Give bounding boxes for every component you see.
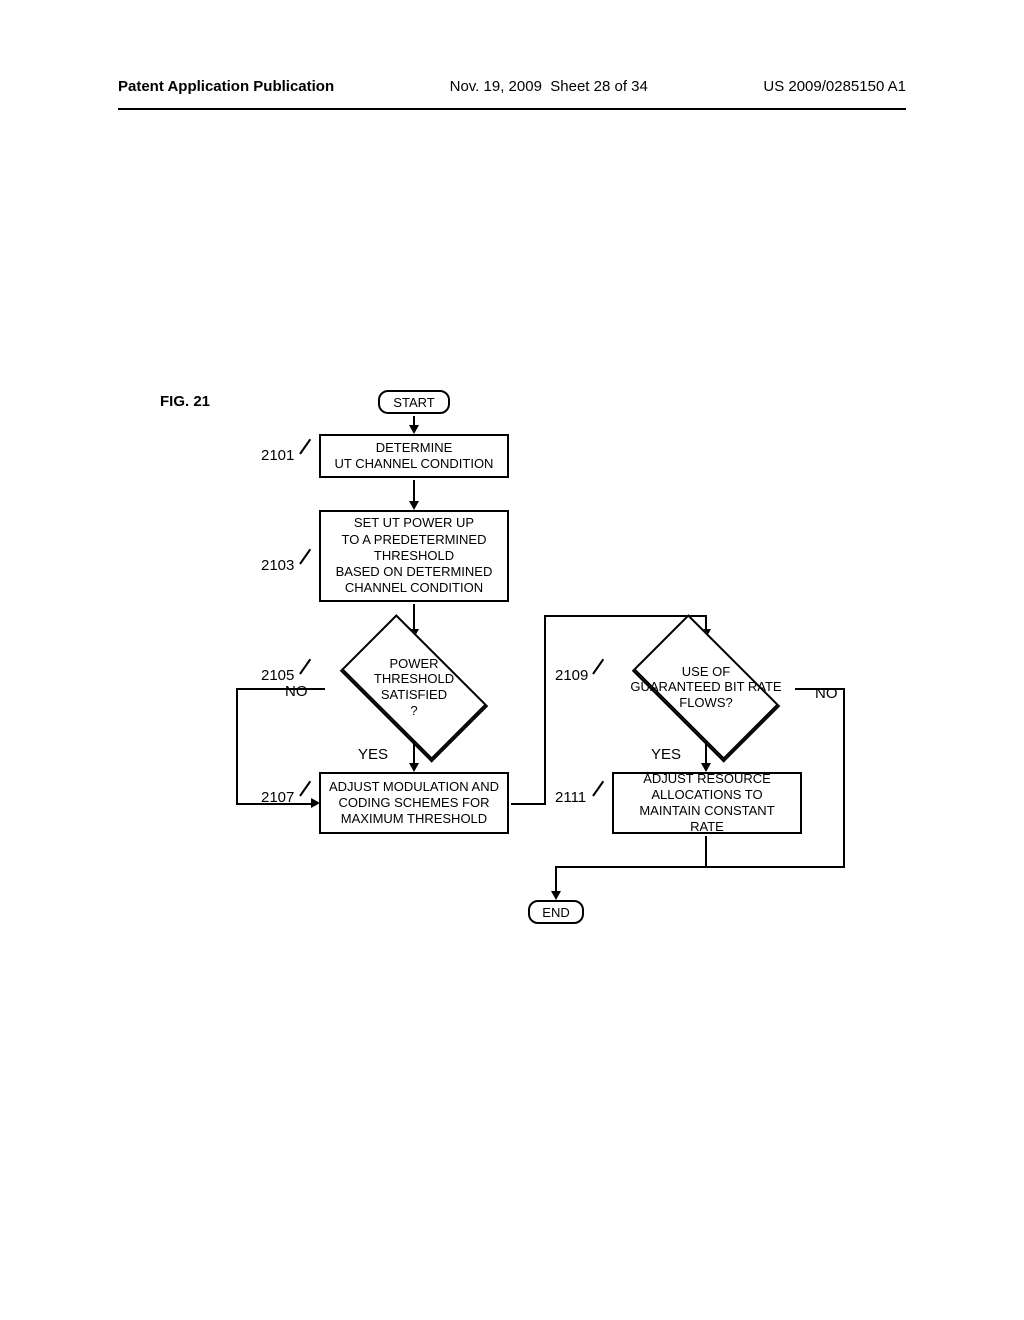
figure-label: FIG. 21 [160,393,210,410]
label-no-left: NO [285,683,308,700]
ref-2103: 2103 [261,557,294,574]
flow-end: END [528,900,584,924]
ref-2111: 2111 [555,789,586,806]
label-yes-right: YES [651,746,681,763]
flow-decision-gbr: USE OF GUARANTEED BIT RATE FLOWS? [616,632,796,742]
flow-step-adjust-modulation: ADJUST MODULATION AND CODING SCHEMES FOR… [319,772,509,834]
patent-page: Patent Application Publication Nov. 19, … [0,0,1024,1320]
flow-decision-power: POWER THRESHOLD SATISFIED ? [324,632,504,742]
ref-2101: 2101 [261,447,294,464]
page-header: Patent Application Publication Nov. 19, … [118,78,906,95]
ref-2109: 2109 [555,667,588,684]
header-date-sheet: Nov. 19, 2009 Sheet 28 of 34 [450,78,648,95]
flow-step-adjust-resources: ADJUST RESOURCE ALLOCATIONS TO MAINTAIN … [612,772,802,834]
label-yes-left: YES [358,746,388,763]
flow-start: START [378,390,450,414]
flow-step-determine: DETERMINE UT CHANNEL CONDITION [319,434,509,478]
header-docnum: US 2009/0285150 A1 [763,78,906,95]
ref-2105: 2105 [261,667,294,684]
header-publication: Patent Application Publication [118,78,334,95]
flow-step-set-power: SET UT POWER UP TO A PREDETERMINED THRES… [319,510,509,602]
header-rule [118,108,906,110]
